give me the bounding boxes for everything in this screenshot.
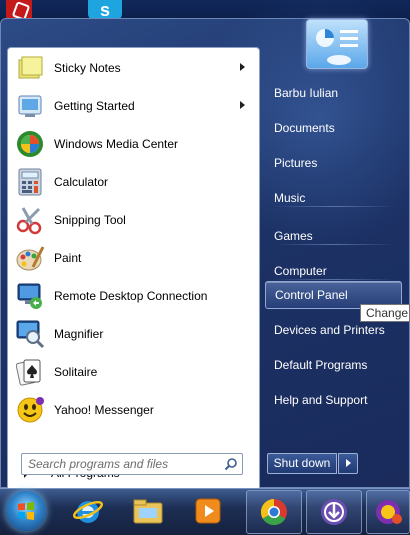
acrobat-icon[interactable] [6,0,32,20]
link-help-and-support[interactable]: Help and Support [265,386,402,414]
link-user-folder[interactable]: Barbu Iulian [265,79,402,107]
link-pictures[interactable]: Pictures [265,149,402,177]
program-item-solitaire[interactable]: Solitaire [12,354,255,390]
program-label: Getting Started [54,99,135,113]
internet-explorer-icon[interactable] [70,493,106,529]
submenu-arrow-icon[interactable] [240,63,245,71]
playing-card-icon [14,356,46,388]
sticky-notes-icon [14,52,46,84]
chrome-icon[interactable] [246,490,302,534]
media-center-icon [14,128,46,160]
scissors-icon [14,204,46,236]
divider [273,279,395,280]
programs-pane: Sticky Notes Getting Started Windows Med… [7,47,260,499]
magnifier-icon [14,318,46,350]
taskbar [0,488,410,535]
remote-desktop-icon [14,280,46,312]
program-label: Paint [54,251,82,265]
link-games[interactable]: Games [265,222,402,250]
divider [273,244,395,245]
user-picture[interactable] [306,19,368,69]
divider [273,206,395,207]
program-item-getting-started[interactable]: Getting Started [12,88,255,124]
program-label: Snipping Tool [54,213,126,227]
getting-started-icon [14,90,46,122]
search-box[interactable] [21,453,243,475]
user-picture-icon [316,29,358,65]
link-default-programs[interactable]: Default Programs [265,351,402,379]
start-menu: Sticky Notes Getting Started Windows Med… [0,0,410,499]
program-item-sticky-notes[interactable]: Sticky Notes [12,50,255,86]
program-label: Windows Media Center [54,137,179,151]
paint-palette-icon [14,242,46,274]
search-icon[interactable] [224,457,238,471]
program-label: Magnifier [54,327,104,341]
program-label: Sticky Notes [54,61,121,75]
windows-logo-icon [18,502,34,520]
program-item-magnifier[interactable]: Magnifier [12,316,255,352]
yahoo-messenger-icon [14,394,46,426]
shutdown-button[interactable]: Shut down [267,453,337,474]
link-music[interactable]: Music [265,184,402,212]
media-player-icon[interactable] [190,493,226,529]
search-input[interactable] [22,454,217,474]
program-item-remote-desktop[interactable]: Remote Desktop Connection [12,278,255,314]
program-item-paint[interactable]: Paint [12,240,255,276]
yahoo-messenger-icon[interactable] [366,490,410,534]
tooltip: Change [360,304,410,322]
program-label: Yahoo! Messenger [54,403,154,417]
program-label: Remote Desktop Connection [54,289,208,303]
start-button[interactable] [6,491,46,531]
file-explorer-icon[interactable] [130,493,166,529]
program-item-calculator[interactable]: Calculator [12,164,255,200]
calculator-icon [14,166,46,198]
program-item-yahoo-messenger[interactable]: Yahoo! Messenger [12,392,255,428]
torrent-client-icon[interactable] [306,490,362,534]
program-label: Calculator [54,175,109,189]
submenu-arrow-icon[interactable] [240,101,245,109]
program-item-media-center[interactable]: Windows Media Center [12,126,255,162]
program-item-snipping-tool[interactable]: Snipping Tool [12,202,255,238]
link-documents[interactable]: Documents [265,114,402,142]
skype-icon[interactable]: s [88,0,122,20]
shutdown-options-button[interactable] [338,453,358,474]
program-label: Solitaire [54,365,98,379]
